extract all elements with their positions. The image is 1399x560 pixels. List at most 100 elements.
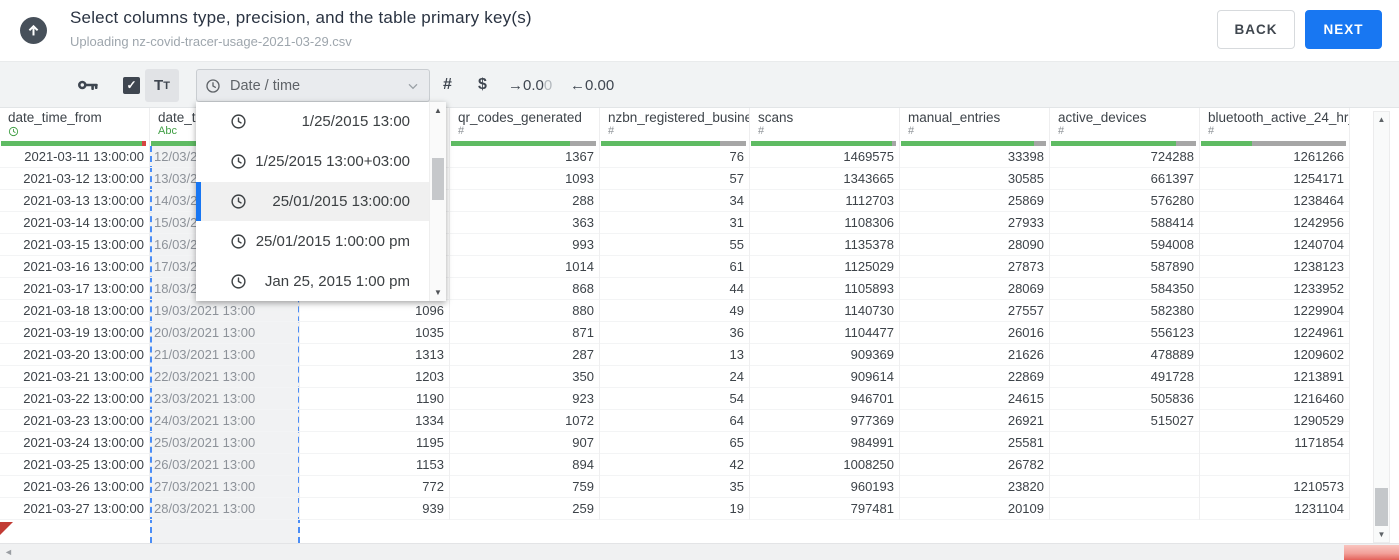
table-cell[interactable]: 909614 [750, 366, 900, 388]
table-cell[interactable]: 1254171 [1200, 168, 1350, 190]
table-cell[interactable] [1050, 498, 1200, 520]
table-cell[interactable]: 797481 [750, 498, 900, 520]
table-cell[interactable]: 55 [600, 234, 750, 256]
table-cell[interactable]: 584350 [1050, 278, 1200, 300]
table-cell[interactable]: 22/03/2021 13:00 [150, 366, 300, 388]
table-cell[interactable]: 2021-03-21 13:00:00 [0, 366, 150, 388]
table-cell[interactable]: 23820 [900, 476, 1050, 498]
table-cell[interactable]: 42 [600, 454, 750, 476]
datetime-format-select[interactable]: Date / time [196, 69, 430, 102]
table-cell[interactable]: 2021-03-20 13:00:00 [0, 344, 150, 366]
table-cell[interactable]: 946701 [750, 388, 900, 410]
table-cell[interactable]: 2021-03-23 13:00:00 [0, 410, 150, 432]
horizontal-scrollbar[interactable]: ◄ ► [0, 543, 1399, 560]
table-cell[interactable]: 1240704 [1200, 234, 1350, 256]
table-cell[interactable]: 772 [300, 476, 450, 498]
table-cell[interactable]: 25869 [900, 190, 1050, 212]
column-header[interactable]: scans # [750, 108, 900, 146]
table-cell[interactable]: 2021-03-15 13:00:00 [0, 234, 150, 256]
table-cell[interactable]: 491728 [1050, 366, 1200, 388]
table-cell[interactable] [1050, 432, 1200, 454]
dropdown-scrollbar[interactable]: ▲ ▼ [429, 102, 446, 301]
table-cell[interactable]: 1072 [450, 410, 600, 432]
table-cell[interactable]: 34 [600, 190, 750, 212]
table-cell[interactable]: 1203 [300, 366, 450, 388]
table-cell[interactable]: 871 [450, 322, 600, 344]
dropdown-option[interactable]: 1/25/2015 13:00 [196, 102, 446, 142]
vertical-scrollbar[interactable]: ▲ ▼ [1373, 111, 1390, 543]
table-cell[interactable]: 24 [600, 366, 750, 388]
table-cell[interactable]: 20109 [900, 498, 1050, 520]
column-header[interactable]: date_time_from [0, 108, 150, 146]
dropdown-option[interactable]: 25/01/2015 13:00:00 [196, 181, 446, 222]
table-cell[interactable]: 478889 [1050, 344, 1200, 366]
table-cell[interactable]: 54 [600, 388, 750, 410]
column-header[interactable]: nzbn_registered_busine # [600, 108, 750, 146]
table-cell[interactable]: 27873 [900, 256, 1050, 278]
table-cell[interactable]: 923 [450, 388, 600, 410]
table-cell[interactable]: 1008250 [750, 454, 900, 476]
table-cell[interactable]: 28/03/2021 13:00 [150, 498, 300, 520]
vertical-scroll-thumb[interactable] [1375, 488, 1388, 526]
table-cell[interactable]: 1224961 [1200, 322, 1350, 344]
table-cell[interactable]: 2021-03-22 13:00:00 [0, 388, 150, 410]
table-cell[interactable]: 27933 [900, 212, 1050, 234]
table-cell[interactable]: 587890 [1050, 256, 1200, 278]
table-cell[interactable]: 1014 [450, 256, 600, 278]
table-cell[interactable]: 1261266 [1200, 146, 1350, 168]
table-cell[interactable]: 57 [600, 168, 750, 190]
table-cell[interactable]: 993 [450, 234, 600, 256]
dropdown-scroll-thumb[interactable] [432, 158, 444, 200]
table-cell[interactable]: 1216460 [1200, 388, 1350, 410]
table-cell[interactable]: 64 [600, 410, 750, 432]
currency-type-button[interactable]: $ [478, 62, 487, 108]
table-cell[interactable]: 977369 [750, 410, 900, 432]
table-cell[interactable]: 2021-03-16 13:00:00 [0, 256, 150, 278]
table-cell[interactable]: 2021-03-18 13:00:00 [0, 300, 150, 322]
increase-decimal-button[interactable]: ←0.00 [570, 62, 614, 108]
table-cell[interactable]: 2021-03-13 13:00:00 [0, 190, 150, 212]
table-cell[interactable]: 24615 [900, 388, 1050, 410]
table-cell[interactable]: 1209602 [1200, 344, 1350, 366]
table-cell[interactable]: 1290529 [1200, 410, 1350, 432]
table-cell[interactable]: 26/03/2021 13:00 [150, 454, 300, 476]
table-cell[interactable]: 880 [450, 300, 600, 322]
table-cell[interactable]: 65 [600, 432, 750, 454]
table-cell[interactable]: 894 [450, 454, 600, 476]
table-cell[interactable]: 661397 [1050, 168, 1200, 190]
table-cell[interactable]: 1135378 [750, 234, 900, 256]
table-cell[interactable]: 1469575 [750, 146, 900, 168]
table-cell[interactable]: 724288 [1050, 146, 1200, 168]
table-cell[interactable]: 2021-03-24 13:00:00 [0, 432, 150, 454]
table-cell[interactable]: 26016 [900, 322, 1050, 344]
scroll-left-icon[interactable]: ◄ [4, 547, 13, 557]
table-cell[interactable]: 25/03/2021 13:00 [150, 432, 300, 454]
table-cell[interactable]: 1153 [300, 454, 450, 476]
table-cell[interactable]: 31 [600, 212, 750, 234]
table-cell[interactable]: 44 [600, 278, 750, 300]
table-cell[interactable]: 909369 [750, 344, 900, 366]
table-cell[interactable]: 576280 [1050, 190, 1200, 212]
table-cell[interactable]: 984991 [750, 432, 900, 454]
table-cell[interactable]: 1140730 [750, 300, 900, 322]
table-cell[interactable]: 1190 [300, 388, 450, 410]
next-button[interactable]: NEXT [1305, 10, 1382, 49]
table-cell[interactable]: 2021-03-26 13:00:00 [0, 476, 150, 498]
table-cell[interactable]: 1195 [300, 432, 450, 454]
table-cell[interactable]: 759 [450, 476, 600, 498]
table-cell[interactable]: 1242956 [1200, 212, 1350, 234]
table-cell[interactable] [1050, 476, 1200, 498]
table-cell[interactable]: 594008 [1050, 234, 1200, 256]
table-cell[interactable]: 13 [600, 344, 750, 366]
table-cell[interactable]: 350 [450, 366, 600, 388]
dropdown-scroll-down-icon[interactable]: ▼ [430, 288, 446, 297]
table-cell[interactable]: 2021-03-19 13:00:00 [0, 322, 150, 344]
table-cell[interactable]: 22869 [900, 366, 1050, 388]
table-cell[interactable]: 1112703 [750, 190, 900, 212]
table-cell[interactable]: 33398 [900, 146, 1050, 168]
table-cell[interactable]: 24/03/2021 13:00 [150, 410, 300, 432]
table-cell[interactable]: 556123 [1050, 322, 1200, 344]
table-cell[interactable]: 25581 [900, 432, 1050, 454]
table-cell[interactable]: 1231104 [1200, 498, 1350, 520]
table-cell[interactable]: 1343665 [750, 168, 900, 190]
